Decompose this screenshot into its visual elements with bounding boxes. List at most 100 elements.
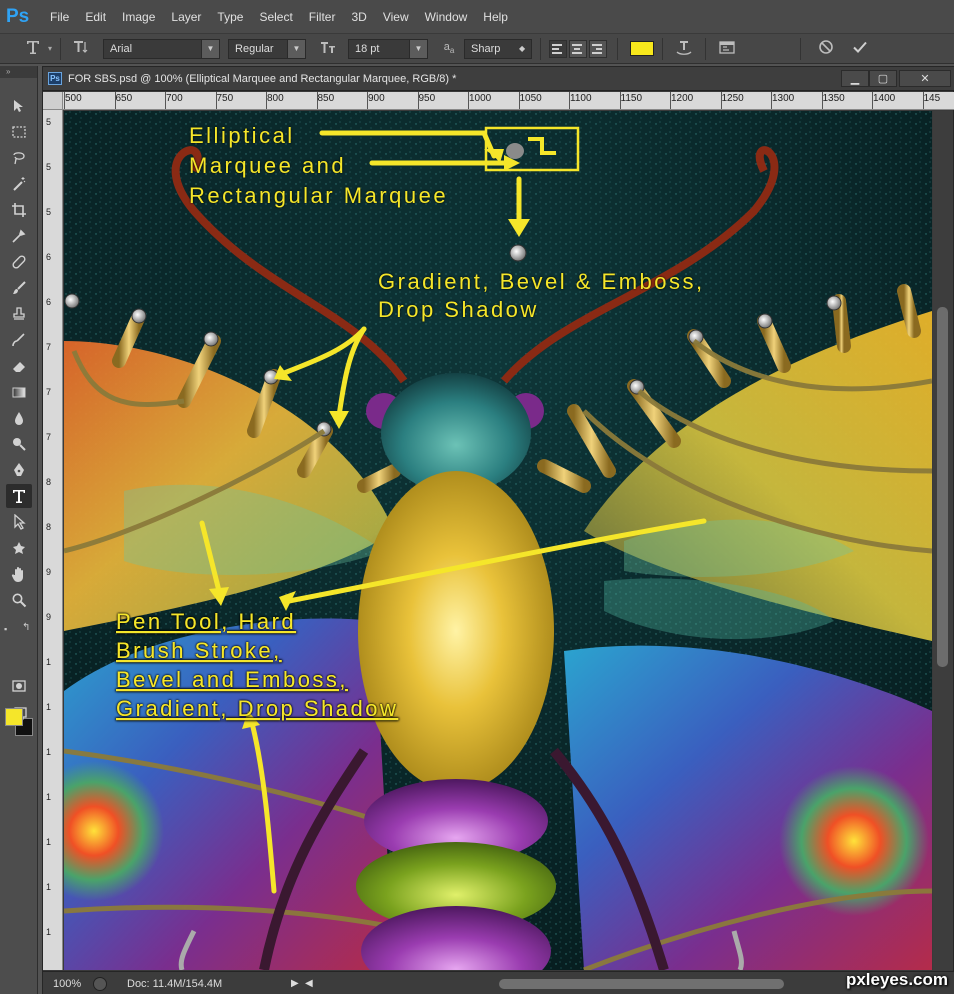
text-orientation-icon[interactable] — [69, 39, 95, 59]
ruler-top-tick — [821, 92, 823, 109]
ruler-horizontal[interactable]: 500 650 700 750 800 850 900 950 1000 1050 1100 1150… — [63, 92, 954, 110]
ruler-top-label: 950 — [418, 93, 436, 104]
antialias-icon: aa — [443, 41, 455, 56]
canvas[interactable]: Elliptical Marquee and Rectangular Marqu… — [64, 111, 932, 970]
vertical-scrollbar[interactable] — [933, 111, 953, 970]
horizontal-scroll-thumb[interactable] — [499, 979, 784, 989]
photoshop-logo: Ps — [6, 5, 30, 27]
ruler-top-label: 650 — [115, 93, 133, 104]
character-panel-icon[interactable] — [714, 39, 740, 59]
menu-filter[interactable]: Filter — [301, 0, 344, 34]
path-selection-tool-icon[interactable] — [6, 510, 32, 534]
vertical-scroll-thumb[interactable] — [937, 307, 948, 667]
ruler-corner[interactable] — [43, 92, 63, 110]
ruler-left-label: 6 — [46, 297, 52, 307]
blur-tool-icon[interactable] — [6, 406, 32, 430]
ruler-top-tick — [114, 92, 116, 109]
menu-type[interactable]: Type — [209, 0, 251, 34]
ruler-top-tick — [64, 92, 65, 109]
eyedropper-tool-icon[interactable] — [6, 224, 32, 248]
annotation-pen-line2: Brush Stroke, — [116, 638, 282, 663]
menu-layer[interactable]: Layer — [163, 0, 209, 34]
annotation-gradient-line2: Drop Shadow — [378, 297, 539, 322]
zoom-level[interactable]: 100% — [53, 978, 93, 990]
type-tool-icon[interactable] — [6, 484, 32, 508]
healing-brush-tool-icon[interactable] — [6, 250, 32, 274]
font-style-select[interactable]: Regular ▼ — [228, 38, 307, 59]
menu-view[interactable]: View — [375, 0, 417, 34]
scroll-left-icon[interactable]: ◀ — [305, 978, 313, 989]
ruler-top-tick — [569, 92, 570, 109]
font-size-select[interactable]: 18 pt ▼ — [348, 38, 429, 59]
magic-wand-tool-icon[interactable] — [6, 172, 32, 196]
gradient-tool-icon[interactable] — [6, 380, 32, 404]
status-info-icon[interactable] — [93, 976, 107, 991]
annotation-pen-line4: Gradient, Drop Shadow — [116, 696, 398, 721]
ruler-vertical[interactable]: 5 5 5 6 6 7 7 7 8 8 9 9 1 1 1 1 1 1 1 — [43, 92, 63, 970]
lasso-tool-icon[interactable] — [6, 146, 32, 170]
zoom-tool-icon[interactable] — [6, 588, 32, 612]
antialias-value: Sharp — [471, 42, 501, 55]
foreground-color-swatch[interactable] — [5, 708, 23, 726]
ruler-top-tick — [316, 92, 318, 109]
move-tool-icon[interactable] — [6, 94, 32, 118]
ruler-left-label: 5 — [46, 207, 52, 217]
default-colors-icon[interactable]: ▪ — [4, 624, 7, 634]
cancel-icon[interactable] — [813, 39, 839, 59]
ruler-left-label: 1 — [46, 747, 52, 757]
ruler-left-label: 1 — [46, 657, 52, 667]
brush-tool-icon[interactable] — [6, 276, 32, 300]
ruler-top-label: 700 — [166, 93, 183, 104]
annotation-gradient-line1: Gradient, Bevel & Emboss, — [378, 269, 705, 294]
menu-window[interactable]: Window — [417, 0, 476, 34]
font-style-value: Regular — [235, 42, 274, 55]
ruler-left-label: 1 — [46, 882, 52, 892]
custom-shape-tool-icon[interactable] — [6, 536, 32, 560]
dodge-tool-icon[interactable] — [6, 432, 32, 456]
bug-artwork: Elliptical Marquee and Rectangular Marqu… — [64, 111, 932, 970]
font-family-select[interactable]: Arial ▼ — [103, 38, 221, 59]
ruler-top-label: 1350 — [822, 93, 845, 104]
align-center-icon[interactable] — [569, 39, 588, 58]
history-brush-tool-icon[interactable] — [6, 328, 32, 352]
menu-select[interactable]: Select — [251, 0, 300, 34]
ruler-left-label: 7 — [46, 342, 52, 352]
minimize-icon[interactable]: ▁ — [841, 70, 869, 87]
ruler-top-label: 145 — [923, 93, 941, 104]
annotation-pen-line1: Pen Tool, Hard — [116, 609, 296, 634]
warp-text-icon[interactable] — [671, 38, 697, 60]
align-right-icon[interactable] — [589, 39, 608, 58]
quick-mask-icon[interactable] — [6, 674, 32, 698]
menu-3d[interactable]: 3D — [343, 0, 374, 34]
menu-help[interactable]: Help — [475, 0, 516, 34]
tool-preset-chevron-icon[interactable]: ▾ — [48, 44, 52, 53]
close-icon[interactable]: ✕ — [899, 70, 951, 87]
menu-file[interactable]: File — [42, 0, 77, 34]
status-menu-arrow-icon[interactable]: ▶ — [291, 978, 299, 989]
document-tab[interactable]: Ps FOR SBS.psd @ 100% (Elliptical Marque… — [43, 67, 954, 91]
pen-tool-icon[interactable] — [6, 458, 32, 482]
ruler-top-tick — [771, 92, 772, 109]
crop-tool-icon[interactable] — [6, 198, 32, 222]
tools-collapse-icon[interactable]: » — [0, 66, 37, 78]
ruler-top-tick — [619, 92, 621, 109]
ruler-top-label: 1150 — [620, 93, 643, 104]
menu-image[interactable]: Image — [114, 0, 163, 34]
text-color-swatch[interactable] — [630, 41, 655, 56]
menu-bar: Ps File Edit Image Layer Type Select Fil… — [0, 0, 954, 34]
menu-edit[interactable]: Edit — [77, 0, 114, 34]
ruler-top-tick — [215, 92, 217, 109]
ruler-left-label: 1 — [46, 837, 52, 847]
maximize-icon[interactable]: ▢ — [869, 70, 897, 87]
font-size-value: 18 pt — [355, 42, 380, 55]
hand-tool-icon[interactable] — [6, 562, 32, 586]
commit-icon[interactable] — [847, 39, 873, 59]
clone-stamp-tool-icon[interactable] — [6, 302, 32, 326]
antialias-select[interactable]: Sharp ◆ — [464, 38, 533, 59]
text-tool-icon[interactable] — [20, 39, 46, 59]
eraser-tool-icon[interactable] — [6, 354, 32, 378]
align-left-icon[interactable] — [549, 39, 568, 58]
annotation-marquee-line1: Elliptical — [189, 123, 295, 148]
swap-colors-icon[interactable]: ↰ — [22, 622, 30, 633]
rectangular-marquee-tool-icon[interactable] — [6, 120, 32, 144]
